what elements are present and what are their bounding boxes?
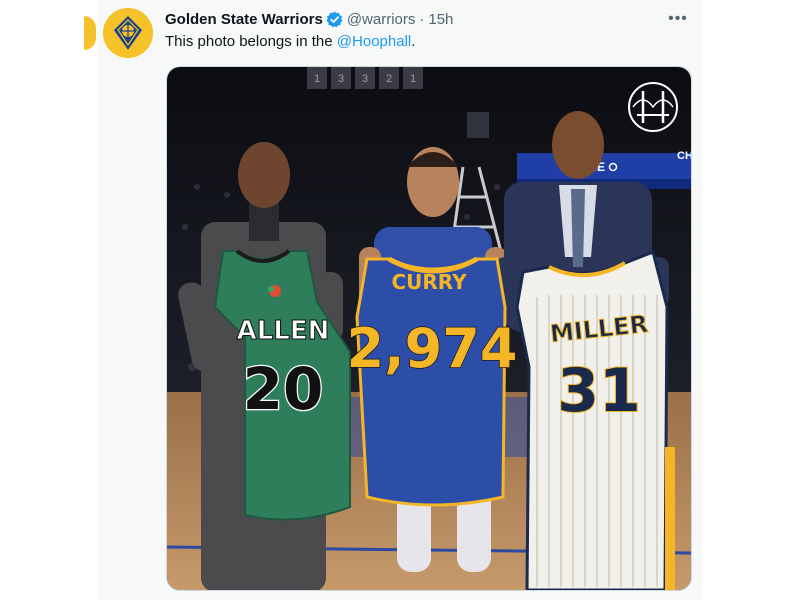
more-options-button[interactable]: •••	[665, 8, 691, 30]
jersey-name: CURRY	[391, 270, 467, 294]
page-left-gutter	[0, 0, 97, 600]
page-right-gutter	[703, 0, 800, 600]
jersey-number: 2,974	[347, 317, 518, 380]
tweet-text: This photo belongs in the @Hoophall.	[165, 33, 415, 50]
tweet-photo[interactable]: 1 3 3 2 1 CHASE CH	[166, 66, 692, 591]
author-display-name[interactable]: Golden State Warriors	[165, 11, 323, 28]
arena-sign-right: CH	[677, 150, 692, 162]
mention-link[interactable]: @Hoophall	[337, 33, 411, 50]
jersey-number: 20	[243, 355, 324, 423]
author-avatar[interactable]	[103, 8, 153, 58]
jersey-miller: MILLER 31	[515, 249, 675, 590]
verified-badge-icon	[326, 11, 343, 28]
author-handle[interactable]: @warriors	[347, 11, 416, 28]
retired-banners: 1 3 3 2 1	[307, 67, 423, 89]
tweet-text-end: .	[411, 33, 416, 50]
banner-label: 2	[386, 73, 392, 85]
photo-scene: 1 3 3 2 1 CHASE CH	[167, 67, 692, 590]
banner-label: 1	[314, 73, 320, 85]
jersey-name: ALLEN	[237, 316, 330, 346]
jersey-number: 31	[557, 356, 641, 426]
banner-label: 3	[338, 73, 344, 85]
tweet-text-body: This photo belongs in the	[165, 33, 337, 50]
meta-separator: ·	[419, 10, 425, 28]
jersey-curry: CURRY 2,974	[346, 256, 518, 507]
banner-label: 3	[362, 73, 368, 85]
tweet-timestamp[interactable]: 15h	[428, 11, 453, 28]
banner-label: 1	[410, 73, 416, 85]
camera-operator	[467, 112, 489, 138]
tweet-header: Golden State Warriors @warriors · 15h	[165, 9, 453, 29]
warriors-logo-icon	[103, 8, 153, 58]
tweet-card[interactable]: Golden State Warriors @warriors · 15h ••…	[97, 0, 703, 600]
